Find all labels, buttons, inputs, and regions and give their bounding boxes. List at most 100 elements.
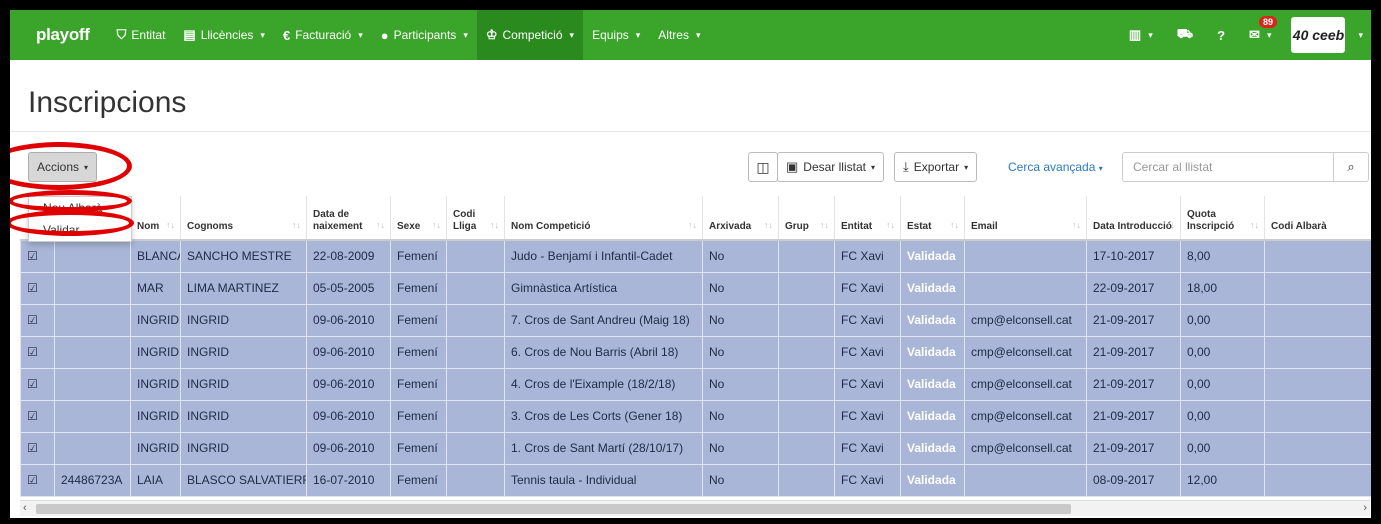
col-header-sexe[interactable]: Sexe ↑↓ <box>390 196 447 241</box>
cell-dni: 24486723A <box>54 463 131 497</box>
nav-competicio[interactable]: ♔ Competició ▾ <box>476 10 584 60</box>
cell-nom-competicio: Tennis taula - Individual <box>504 463 703 497</box>
sort-icon: ↑↓ <box>432 220 441 230</box>
col-header-quota[interactable]: Quota Inscripció ↑↓ <box>1180 196 1265 241</box>
nav-participants[interactable]: ● Participants ▾ <box>372 10 477 60</box>
col-header-nom-competicio[interactable]: Nom Competició ↑↓ <box>504 196 703 241</box>
nav-label: Entitat <box>131 28 166 42</box>
cell-email <box>964 271 1087 305</box>
advanced-search-link[interactable]: Cerca avançada ▾ <box>1008 160 1103 174</box>
cell-codi-lliga <box>446 303 505 337</box>
cell-arxivada: No <box>702 463 779 497</box>
row-checkbox-icon[interactable]: ☑ <box>20 335 55 369</box>
col-header-email[interactable]: Email ↑↓ <box>964 196 1087 241</box>
cell-codi-albara <box>1264 271 1371 305</box>
nav-equips[interactable]: Equips ▾ <box>583 10 649 60</box>
user-icon: ● <box>380 27 389 43</box>
col-header-cognoms[interactable]: Cognoms ↑↓ <box>180 196 307 241</box>
sort-icon: ↑↓ <box>1072 220 1081 230</box>
chevron-down-icon: ▾ <box>695 29 701 40</box>
col-header-entitat[interactable]: Entitat ↑↓ <box>834 196 901 241</box>
floppy-disk-icon: ▣ <box>786 159 799 174</box>
col-header-codi-lliga[interactable]: Codi Lliga ↑↓ <box>446 196 505 241</box>
table-row[interactable]: ☑ INGRID INGRID 09-06-2010 Femení 4. Cros de … <box>20 367 1371 401</box>
cell-codi-lliga <box>446 271 505 305</box>
col-header-estat[interactable]: Estat ↑↓ <box>900 196 965 241</box>
col-header-data-naixement[interactable]: Data de naixement ↑↓ <box>306 196 391 241</box>
cell-cognoms: LIMA MARTINEZ <box>180 271 307 305</box>
nav-llicencies[interactable]: ▤ Llicències ▾ <box>174 10 274 60</box>
scroll-left-icon[interactable]: ‹ <box>23 501 27 516</box>
mail-menu[interactable]: ✉ 89 ▾ <box>1237 10 1283 60</box>
cell-dni <box>54 335 131 369</box>
actions-button[interactable]: Accions ▾ <box>28 152 98 182</box>
table-row[interactable]: ☑ 24486723A LAIA BLASCO SALVATIERRA 16-07-20… <box>20 463 1371 497</box>
cell-email: cmp@elconsell.cat <box>964 431 1087 465</box>
header-label: Sexe <box>397 221 421 232</box>
search-button[interactable]: ⌕ <box>1333 152 1369 182</box>
columns-button[interactable]: ◫ <box>748 152 778 182</box>
cell-grup <box>778 399 835 433</box>
cell-nom: BLANCA <box>130 239 181 273</box>
help-button[interactable]: ? <box>1205 10 1237 60</box>
search-input[interactable]: Cercar al llistat <box>1122 152 1334 182</box>
col-header-codi-albara[interactable]: Codi Albarà <box>1264 196 1371 241</box>
cell-codi-lliga <box>446 239 505 273</box>
scroll-right-icon[interactable]: › <box>1363 501 1367 516</box>
col-header-data-introduccio[interactable]: Data Introducció ↑↓ <box>1086 196 1181 241</box>
row-checkbox-icon[interactable]: ☑ <box>20 303 55 337</box>
cell-entitat: FC Xavi <box>834 463 901 497</box>
cell-data-introduccio: 21-09-2017 <box>1086 303 1181 337</box>
row-checkbox-icon[interactable]: ☑ <box>20 239 55 273</box>
menu-item-validar[interactable]: Validar <box>29 219 131 241</box>
cell-quota: 0,00 <box>1180 399 1265 433</box>
col-header-grup[interactable]: Grup ↑↓ <box>778 196 835 241</box>
table-row[interactable]: ☑ MAR LIMA MARTINEZ 05-05-2005 Femení Gimnàst… <box>20 271 1371 305</box>
account-menu[interactable]: 40 ceeb ▾ <box>1283 10 1371 60</box>
col-header-arxivada[interactable]: Arxivada ↑↓ <box>702 196 779 241</box>
header-label: Cognoms <box>187 221 234 232</box>
cell-codi-albara <box>1264 335 1371 369</box>
brand-logo[interactable]: playoff <box>10 25 108 45</box>
cell-nom: INGRID <box>130 399 181 433</box>
table-row[interactable]: ☑ INGRID INGRID 09-06-2010 Femení 7. Cros de … <box>20 303 1371 337</box>
cart-button[interactable]: ⛟ <box>1165 10 1205 60</box>
chevron-down-icon: ▾ <box>1148 29 1153 40</box>
stats-menu[interactable]: ▥ ▾ <box>1117 10 1165 60</box>
save-list-button[interactable]: ▣ Desar llistat ▾ <box>777 152 884 182</box>
table-row[interactable]: ☑ INGRID INGRID 09-06-2010 Femení 1. Cros de … <box>20 431 1371 465</box>
table-row[interactable]: ☑ BLANCA SANCHO MESTRE 22-08-2009 Femení Judo… <box>20 239 1371 273</box>
header-label: Nom <box>137 221 160 232</box>
row-checkbox-icon[interactable]: ☑ <box>20 367 55 401</box>
row-checkbox-icon[interactable]: ☑ <box>20 463 55 497</box>
nav-label: Facturació <box>295 28 352 42</box>
export-button[interactable]: ⤓ Exportar ▾ <box>894 152 978 182</box>
header-label: Arxivada <box>709 221 752 232</box>
col-header-nom[interactable]: Nom ↑↓ <box>130 196 181 241</box>
cell-sexe: Femení <box>390 303 447 337</box>
sort-icon: ↑↓ <box>1250 220 1259 230</box>
cell-data-naixement: 22-08-2009 <box>306 239 391 273</box>
nav-facturacio[interactable]: € Facturació ▾ <box>274 10 372 60</box>
toolbar: Accions ▾ ◫ ▣ Desar llistat ▾ ⤓ Exportar… <box>10 132 1371 196</box>
nav-entitat[interactable]: ⛉ Entitat <box>108 10 175 60</box>
table-row[interactable]: ☑ INGRID INGRID 09-06-2010 Femení 6. Cros de … <box>20 335 1371 369</box>
nav-label: Equips <box>592 28 629 42</box>
cell-nom-competicio: 1. Cros de Sant Martí (28/10/17) <box>504 431 703 465</box>
header-label: Data de naixement <box>313 209 363 232</box>
cell-data-introduccio: 21-09-2017 <box>1086 399 1181 433</box>
header-label: Email <box>971 221 998 232</box>
row-checkbox-icon[interactable]: ☑ <box>20 271 55 305</box>
sort-icon: ↑↓ <box>490 220 499 230</box>
horizontal-scrollbar[interactable]: ‹ › <box>20 500 1370 516</box>
cell-grup <box>778 431 835 465</box>
scroll-thumb[interactable] <box>36 504 1071 514</box>
row-checkbox-icon[interactable]: ☑ <box>20 399 55 433</box>
nav-altres[interactable]: Altres ▾ <box>649 10 709 60</box>
cell-nom: INGRID <box>130 335 181 369</box>
menu-item-nou-albara[interactable]: Nou Albarà <box>29 197 131 219</box>
cell-data-introduccio: 22-09-2017 <box>1086 271 1181 305</box>
table-row[interactable]: ☑ INGRID INGRID 09-06-2010 Femení 3. Cros de … <box>20 399 1371 433</box>
export-label: Exportar <box>913 160 960 174</box>
row-checkbox-icon[interactable]: ☑ <box>20 431 55 465</box>
